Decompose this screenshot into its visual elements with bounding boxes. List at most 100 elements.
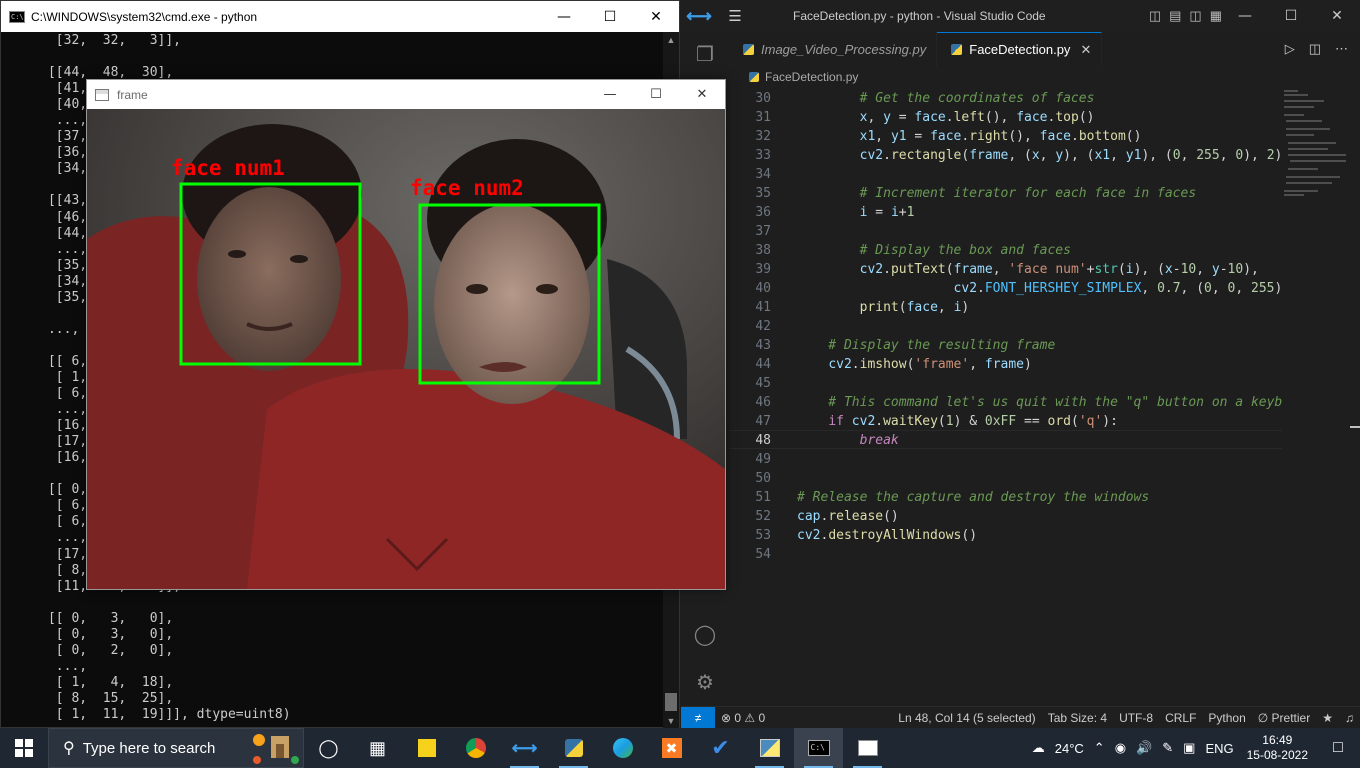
vscode-close-button[interactable]: ✕ [1314, 0, 1360, 31]
weather-temp[interactable]: 24°C [1050, 741, 1089, 756]
console-line: [ 1, 4, 18], [1, 674, 174, 690]
show-hidden-icons-icon[interactable]: ⌃ [1089, 740, 1110, 756]
line-number: 30 [755, 91, 771, 106]
line-number: 52 [755, 509, 771, 524]
line-number: 50 [755, 471, 771, 486]
cmd-taskbar-icon[interactable]: C:\ [794, 728, 843, 768]
scroll-down-icon[interactable]: ▼ [663, 713, 679, 729]
run-icon[interactable]: ▷ [1285, 41, 1295, 57]
clock[interactable]: 16:49 15-08-2022 [1239, 733, 1316, 763]
tab-label: Image_Video_Processing.py [761, 41, 927, 57]
code-line: 43 # Display the resulting frame [729, 336, 1282, 355]
cmd-title: C:\WINDOWS\system32\cmd.exe - python [31, 9, 258, 24]
action-center-icon[interactable]: □ [1316, 739, 1360, 757]
xampp-icon[interactable]: ✖ [647, 728, 696, 768]
tab-close-icon[interactable]: ✕ [1080, 42, 1091, 58]
system-tray: ☁ 24°C ⌃ ◉ 🔊 ✎ ▣ ENG 16:49 15-08-2022 □ [1027, 728, 1360, 768]
line-number: 41 [755, 300, 771, 315]
frame-titlebar[interactable]: frame — ☐ ✕ [87, 80, 725, 109]
code-line: 38 # Display the box and faces [729, 241, 1282, 260]
cmd-minimize-button[interactable]: — [541, 1, 587, 32]
line-number: 33 [755, 148, 771, 163]
code-line: 50 [729, 469, 1282, 488]
code-line: 39 cv2.putText(frame, 'face num'+str(i),… [729, 260, 1282, 279]
cmd-close-button[interactable]: ✕ [633, 1, 679, 32]
line-number: 49 [755, 452, 771, 467]
breadcrumb[interactable]: FaceDetection.py [729, 66, 1360, 88]
cmd-titlebar[interactable]: C:\ C:\WINDOWS\system32\cmd.exe - python… [1, 1, 679, 32]
cmd-maximize-button[interactable]: ☐ [587, 1, 633, 32]
vscode-minimize-button[interactable]: — [1222, 0, 1268, 31]
code-line: 51 # Release the capture and destroy the … [729, 488, 1282, 507]
cursor-position[interactable]: Ln 48, Col 14 (5 selected) [892, 711, 1041, 725]
search-highlight-icon[interactable] [247, 730, 303, 766]
problems-status[interactable]: ⊗ 0 ⚠ 0 [715, 711, 771, 725]
line-number: 47 [755, 414, 771, 429]
hamburger-menu-icon[interactable]: ☰ [717, 7, 753, 25]
language-mode[interactable]: Python [1202, 711, 1251, 725]
frame-taskbar-icon[interactable] [843, 728, 892, 768]
frame-maximize-button[interactable]: ☐ [633, 80, 679, 109]
code-editor[interactable]: 30 # Get the coordinates of faces 31 x, … [729, 88, 1282, 706]
code-line: 47 if cv2.waitKey(1) & 0xFF == ord('q'): [729, 412, 1282, 431]
tab-facedetection[interactable]: FaceDetection.py ✕ [937, 32, 1103, 66]
tab-image-video-processing[interactable]: Image_Video_Processing.py [729, 32, 938, 66]
customize-layout-icon[interactable]: ▦ [1210, 8, 1222, 24]
toggle-primary-sidebar-icon[interactable]: ◫ [1149, 8, 1161, 24]
breadcrumb-file[interactable]: FaceDetection.py [765, 70, 858, 84]
tab-size[interactable]: Tab Size: 4 [1042, 711, 1113, 725]
webcam-frame: face num1 face num2 [87, 109, 725, 589]
settings-gear-icon[interactable]: ⚙ [681, 660, 729, 704]
feedback-icon[interactable]: ★ [1316, 711, 1339, 725]
prettier-status[interactable]: ∅ Prettier [1252, 711, 1316, 725]
network-icon[interactable]: ▣ [1178, 740, 1200, 756]
task-view-icon[interactable]: ◯ [304, 728, 353, 768]
editor-scrollbar[interactable] [1348, 88, 1360, 706]
camera-in-use-icon[interactable]: ◉ [1110, 740, 1131, 756]
accounts-icon[interactable]: ◯ [681, 612, 729, 656]
notifications-bell-icon[interactable]: ♫ [1339, 711, 1360, 725]
vscode-window[interactable]: ⟷ ☰ FaceDetection.py - python - Visual S… [681, 0, 1360, 729]
frame-window[interactable]: frame — ☐ ✕ face num1 face num2 [86, 79, 726, 590]
split-editor-icon[interactable]: ◫ [1309, 41, 1321, 57]
code-line: 42 [729, 317, 1282, 336]
vscode-maximize-button[interactable]: ☐ [1268, 0, 1314, 31]
console-line: [ 8, 15, 25], [1, 690, 174, 706]
face-label-2: face num2 [410, 176, 524, 200]
toggle-secondary-sidebar-icon[interactable]: ◫ [1189, 8, 1201, 24]
edge-icon[interactable] [598, 728, 647, 768]
remote-indicator-icon[interactable]: ≠ [681, 706, 715, 729]
sticky-notes-icon[interactable] [402, 728, 451, 768]
minimap[interactable] [1282, 88, 1348, 706]
scroll-up-icon[interactable]: ▲ [663, 32, 679, 48]
vscode-taskbar-icon[interactable]: ⟷ [500, 728, 549, 768]
taskbar-search-box[interactable]: ⚲ Type here to search [48, 728, 304, 768]
python-idle-icon[interactable] [745, 728, 794, 768]
todo-icon[interactable]: ✔ [696, 728, 745, 768]
encoding[interactable]: UTF-8 [1113, 711, 1159, 725]
python-file-icon [749, 72, 759, 82]
frame-close-button[interactable]: ✕ [679, 80, 725, 109]
language-indicator[interactable]: ENG [1200, 741, 1238, 756]
chrome-icon[interactable] [451, 728, 500, 768]
code-line: 31 x, y = face.left(), face.top() [729, 108, 1282, 127]
start-button[interactable] [0, 728, 48, 768]
widgets-icon[interactable]: ▦ [353, 728, 402, 768]
search-placeholder: Type here to search [82, 739, 216, 757]
cmd-icon: C:\ [9, 10, 25, 23]
line-number: 51 [755, 490, 771, 505]
more-actions-icon[interactable]: ⋯ [1335, 41, 1348, 57]
volume-icon[interactable]: 🔊 [1131, 740, 1157, 756]
code-line: 33 cv2.rectangle(frame, (x, y), (x1, y1)… [729, 146, 1282, 165]
pen-icon[interactable]: ✎ [1157, 740, 1178, 756]
cmd-scroll-thumb[interactable] [665, 693, 677, 711]
end-of-line[interactable]: CRLF [1159, 711, 1202, 725]
toggle-panel-icon[interactable]: ▤ [1169, 8, 1181, 24]
explorer-icon[interactable]: ❐ [681, 32, 729, 76]
weather-icon[interactable]: ☁ [1027, 740, 1050, 756]
python-taskbar-icon[interactable] [549, 728, 598, 768]
frame-minimize-button[interactable]: — [587, 80, 633, 109]
vscode-titlebar[interactable]: ⟷ ☰ FaceDetection.py - python - Visual S… [681, 0, 1360, 32]
